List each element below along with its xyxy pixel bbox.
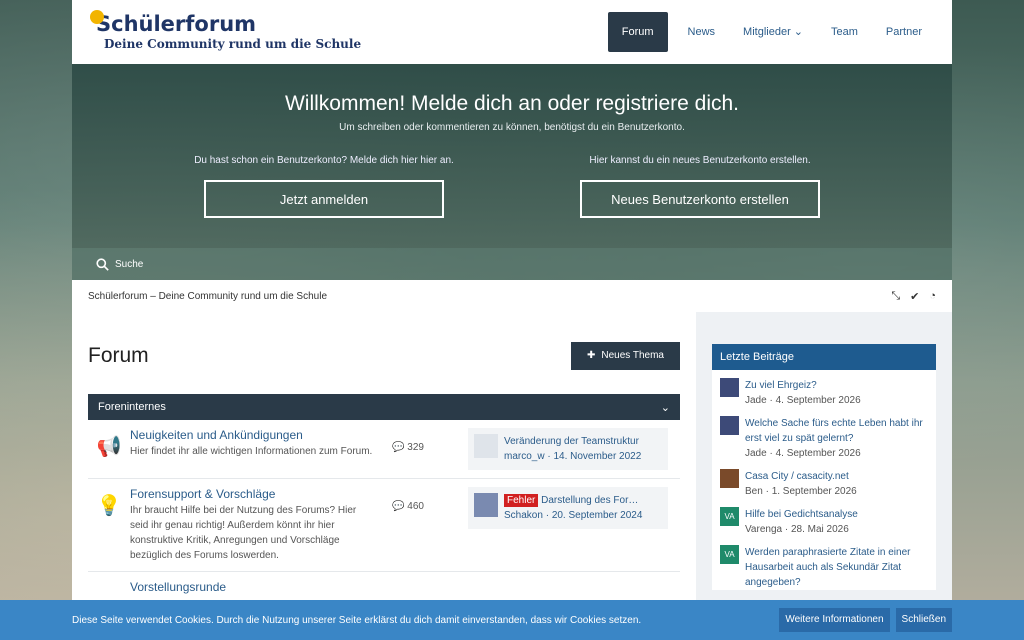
search-label: Suche <box>115 258 144 270</box>
chevron-down-icon[interactable]: ⌄ <box>661 401 670 414</box>
status-badge: Fehler <box>504 494 539 507</box>
chevron-down-icon: ⌄ <box>793 26 804 38</box>
breadcrumb-text[interactable]: Schülerforum – Deine Community rund um d… <box>88 291 327 302</box>
login-column: Du hast schon ein Benutzerkonto? Melde d… <box>189 155 459 218</box>
last-post: Veränderung der Teamstruktur marco_w · 1… <box>468 428 668 470</box>
page-title: Forum <box>88 344 149 367</box>
nav-team[interactable]: Team <box>817 12 872 52</box>
register-column: Hier kannst du ein neues Benutzerkonto e… <box>565 155 835 218</box>
last-post-date: 14. November 2022 <box>553 451 642 462</box>
login-button[interactable]: Jetzt anmelden <box>204 180 444 218</box>
forum-row: 📢 Neuigkeiten und Ankündigungen Hier fin… <box>88 420 680 479</box>
last-post-user[interactable]: Schakon <box>504 510 543 521</box>
register-text: Hier kannst du ein neues Benutzerkonto e… <box>589 155 811 166</box>
last-post-title[interactable]: Veränderung der Teamstruktur <box>504 434 641 449</box>
forum-description: Hier findet ihr alle wichtigen Informati… <box>130 446 373 457</box>
nav-partner[interactable]: Partner <box>872 12 936 52</box>
nav-forum[interactable]: Forum <box>607 12 668 52</box>
list-item: Casa City / casacity.net Ben · 1. Septem… <box>720 469 928 499</box>
sidebar-title: Letzte Beiträge <box>712 344 936 370</box>
post-title[interactable]: Welche Sache fürs echte Leben habt ihr e… <box>745 416 928 446</box>
more-info-button[interactable]: Weitere Informationen <box>779 608 890 632</box>
forum-title[interactable]: Neuigkeiten und Ankündigungen <box>130 428 376 442</box>
avatar[interactable]: VA <box>720 545 739 564</box>
comment-icon: 💬 <box>392 501 405 512</box>
nav-mitglieder-label: Mitglieder <box>743 26 791 38</box>
post-title[interactable]: Casa City / casacity.net <box>745 469 857 484</box>
post-title[interactable]: Hilfe bei Gedichtsanalyse <box>745 507 858 522</box>
register-button[interactable]: Neues Benutzerkonto erstellen <box>580 180 820 218</box>
logo[interactable]: Schülerforum Deine Community rund um die… <box>90 10 362 51</box>
avatar[interactable] <box>720 416 739 435</box>
collapse-icon[interactable]: ⤡ <box>891 290 900 303</box>
logo-title: Schülerforum <box>96 12 257 36</box>
mark-read-icon[interactable]: ✔ <box>910 290 919 303</box>
welcome-title: Willkommen! Melde dich an oder registrie… <box>284 92 739 115</box>
page: Schülerforum Deine Community rund um die… <box>72 0 952 640</box>
post-date: 28. Mai 2026 <box>790 524 849 535</box>
category-title: Foreninternes <box>98 401 166 413</box>
main-nav: Forum News Mitglieder ⌄ Team Partner <box>607 12 936 52</box>
sidebar: Letzte Beiträge Zu viel Ehrgeiz? Jade · … <box>696 312 952 640</box>
post-title[interactable]: Zu viel Ehrgeiz? <box>745 378 861 393</box>
post-count-value: 329 <box>407 442 424 453</box>
avatar[interactable] <box>474 493 498 517</box>
post-date: 4. September 2026 <box>775 448 861 459</box>
breadcrumb: Schülerforum – Deine Community rund um d… <box>72 280 952 312</box>
forum-title[interactable]: Vorstellungsrunde <box>130 580 376 594</box>
nav-mitglieder[interactable]: Mitglieder ⌄ <box>729 12 817 52</box>
sun-icon <box>90 10 104 24</box>
nav-news[interactable]: News <box>674 12 730 52</box>
category-header[interactable]: Foreninternes ⌄ <box>88 394 680 420</box>
welcome-subtitle: Um schreiben oder kommentieren zu können… <box>339 122 685 133</box>
plus-icon: ✚ <box>586 350 596 361</box>
avatar[interactable] <box>474 434 498 458</box>
new-thread-button[interactable]: ✚ Neues Thema <box>570 342 680 370</box>
post-title[interactable]: Werden paraphrasierte Zitate in einer Ha… <box>745 545 928 590</box>
list-item: Zu viel Ehrgeiz? Jade · 4. September 202… <box>720 378 928 408</box>
new-thread-label: Neues Thema <box>601 350 664 361</box>
last-post-user[interactable]: marco_w <box>504 451 545 462</box>
header: Schülerforum Deine Community rund um die… <box>72 0 952 64</box>
users-icon <box>88 580 130 594</box>
forum-row: 💡 Forensupport & Vorschläge Ihr braucht … <box>88 479 680 572</box>
megaphone-icon: 📢 <box>96 436 122 458</box>
last-post-date: 20. September 2024 <box>551 510 643 521</box>
post-date: 4. September 2026 <box>775 395 861 406</box>
post-user[interactable]: Jade <box>745 395 767 406</box>
post-count-value: 460 <box>407 501 424 512</box>
welcome-banner: Willkommen! Melde dich an oder registrie… <box>72 64 952 248</box>
login-text: Du hast schon ein Benutzerkonto? Melde d… <box>194 155 454 166</box>
search-icon <box>96 257 109 271</box>
forum-description: Ihr braucht Hilfe bei der Nutzung des Fo… <box>130 505 357 561</box>
rss-icon[interactable]: ◔ <box>929 290 936 303</box>
post-count: 💬 329 <box>376 428 440 470</box>
forum-row: Vorstellungsrunde <box>88 572 680 602</box>
logo-tagline: Deine Community rund um die Schule <box>104 37 362 51</box>
last-post-title[interactable]: Darstellung des For… <box>541 495 638 506</box>
list-item: Welche Sache fürs echte Leben habt ihr e… <box>720 416 928 461</box>
post-user[interactable]: Ben <box>745 486 763 497</box>
comment-icon: 💬 <box>392 442 405 453</box>
cookie-text: Diese Seite verwendet Cookies. Durch die… <box>72 614 642 626</box>
last-post: Fehler Darstellung des For… Schakon · 20… <box>468 487 668 529</box>
post-user[interactable]: Jade <box>745 448 767 459</box>
lightbulb-icon: 💡 <box>96 495 122 517</box>
search-bar[interactable]: Suche <box>72 248 952 280</box>
forum-list: Forum ✚ Neues Thema Foreninternes ⌄ 📢 Neu… <box>72 312 696 640</box>
post-date: 1. September 2026 <box>771 486 857 497</box>
cookie-banner: Diese Seite verwendet Cookies. Durch die… <box>0 600 1024 640</box>
list-item: VA Werden paraphrasierte Zitate in einer… <box>720 545 928 590</box>
list-item: VA Hilfe bei Gedichtsanalyse Varenga · 2… <box>720 507 928 537</box>
close-button[interactable]: Schließen <box>895 608 952 632</box>
avatar[interactable] <box>720 378 739 397</box>
avatar[interactable] <box>720 469 739 488</box>
post-count: 💬 460 <box>376 487 440 563</box>
post-user[interactable]: Varenga <box>745 524 782 535</box>
forum-title[interactable]: Forensupport & Vorschläge <box>130 487 376 501</box>
avatar[interactable]: VA <box>720 507 739 526</box>
